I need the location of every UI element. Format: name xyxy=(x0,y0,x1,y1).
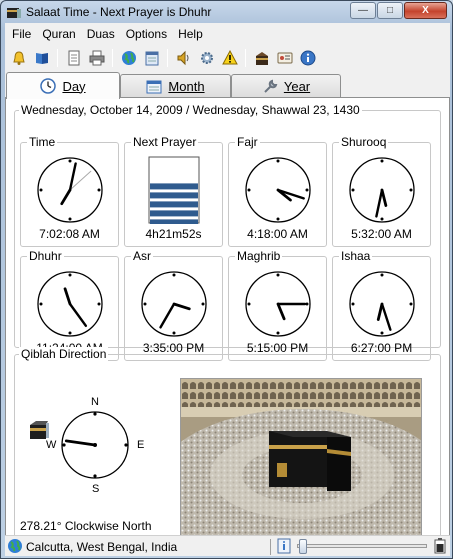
maximize-button[interactable]: □ xyxy=(377,2,403,19)
prayer-time-fajr: 4:18:00 AM xyxy=(247,227,308,241)
prayer-name-dhuhr: Dhuhr xyxy=(27,249,64,263)
document-icon[interactable] xyxy=(63,48,84,69)
prayer-cell-shurooq: Shurooq 5:32:00 AM xyxy=(332,135,431,247)
analog-clock-time xyxy=(37,157,103,223)
prayer-name-ishaa: Ishaa xyxy=(339,249,373,263)
prayer-cell-dhuhr: Dhuhr11:24:00 AM xyxy=(20,249,119,361)
calendar-icon xyxy=(146,80,162,93)
tab-month-label: Month xyxy=(168,79,205,94)
menu-options[interactable]: Options xyxy=(121,25,173,43)
qiblah-title: Qiblah Direction xyxy=(19,347,109,361)
info-file-icon[interactable] xyxy=(277,538,291,554)
date-header: Wednesday, October 14, 2009 / Wednesday,… xyxy=(19,103,362,117)
prayer-name-fajr: Fajr xyxy=(235,135,260,149)
toolbar-separator xyxy=(57,49,58,67)
prayer-time-maghrib: 5:15:00 PM xyxy=(246,341,309,355)
prayer-time-next-prayer: 4h21m52s xyxy=(145,227,202,241)
calendar-icon[interactable] xyxy=(141,48,162,69)
close-button[interactable]: X xyxy=(404,2,447,19)
speaker-icon[interactable] xyxy=(173,48,194,69)
tab-year-label: Year xyxy=(283,79,311,94)
compass-east-label: E xyxy=(137,439,145,451)
warning-icon[interactable] xyxy=(219,48,240,69)
kaaba-icon xyxy=(30,421,49,439)
globe-icon xyxy=(8,539,22,553)
prayer-cell-next-prayer: Next Prayer 4h21m52s xyxy=(124,135,223,247)
analog-clock-fajr xyxy=(245,157,311,223)
tab-day-label: Day xyxy=(62,78,86,94)
analog-clock-dhuhr xyxy=(37,271,103,337)
kaaba-photo xyxy=(180,378,422,544)
mosque-icon[interactable] xyxy=(251,48,272,69)
next-prayer-countdown-graphic xyxy=(148,156,200,224)
tab-day[interactable]: Day xyxy=(6,72,120,99)
id-card-icon[interactable] xyxy=(274,48,295,69)
minimize-button[interactable]: — xyxy=(350,2,376,19)
prayer-time-asr: 3:35:00 PM xyxy=(142,341,205,355)
analog-clock-maghrib xyxy=(245,271,311,337)
prayer-name-asr: Asr xyxy=(131,249,153,263)
toolbar-separator xyxy=(167,49,168,67)
menu-file[interactable]: File xyxy=(7,25,37,43)
prayer-cell-maghrib: Maghrib 5:15:00 PM xyxy=(228,249,327,361)
bell-icon[interactable] xyxy=(8,48,29,69)
wrench-icon xyxy=(264,79,278,93)
clock-icon xyxy=(40,78,57,94)
prayer-name-shurooq: Shurooq xyxy=(339,135,389,149)
compass-west-label: W xyxy=(46,439,57,451)
info-icon[interactable] xyxy=(297,48,318,69)
tab-month[interactable]: Month xyxy=(120,74,231,98)
analog-clock-shurooq xyxy=(349,157,415,223)
menu-duas[interactable]: Duas xyxy=(82,25,121,43)
toolbar-separator xyxy=(112,49,113,67)
qiblah-direction-text: 278.21° Clockwise North xyxy=(20,519,152,533)
settings-icon[interactable] xyxy=(196,48,217,69)
compass-north-label: N xyxy=(91,396,99,408)
prayer-time-time: 7:02:08 AM xyxy=(39,227,100,241)
prayer-cell-ishaa: Ishaa 6:27:00 PM xyxy=(332,249,431,361)
kaaba-app-icon xyxy=(7,8,21,18)
app-window: Salaat Time - Next Prayer is Dhuhr — □ X… xyxy=(0,0,453,559)
prayer-time-shurooq: 5:32:00 AM xyxy=(351,227,412,241)
globe-icon[interactable] xyxy=(118,48,139,69)
status-separator xyxy=(270,539,271,555)
analog-clock-ishaa xyxy=(349,271,415,337)
tab-strip: Day Month Year xyxy=(5,72,450,99)
menu-bar: File Quran Duas Options Help xyxy=(5,23,450,44)
printer-icon[interactable] xyxy=(86,48,107,69)
prayer-name-time: Time xyxy=(27,135,58,149)
prayer-name-next-prayer: Next Prayer xyxy=(131,135,199,149)
menu-quran[interactable]: Quran xyxy=(37,25,81,43)
day-panel: Wednesday, October 14, 2009 / Wednesday,… xyxy=(5,97,450,556)
prayer-time-ishaa: 6:27:00 PM xyxy=(350,341,413,355)
prayer-cell-time: Time 7:02:08 AM xyxy=(20,135,119,247)
menu-help[interactable]: Help xyxy=(173,25,209,43)
prayer-cell-fajr: Fajr 4:18:00 AM xyxy=(228,135,327,247)
book-icon[interactable] xyxy=(31,48,52,69)
client-area: File Quran Duas Options Help Day Month Y… xyxy=(5,23,450,556)
window-title: Salaat Time - Next Prayer is Dhuhr xyxy=(26,5,212,19)
volume-slider-track[interactable] xyxy=(297,544,427,548)
qiblah-compass xyxy=(61,411,129,479)
prayer-name-maghrib: Maghrib xyxy=(235,249,283,263)
battery-icon xyxy=(434,538,446,554)
toolbar-separator xyxy=(245,49,246,67)
tab-year[interactable]: Year xyxy=(231,74,341,98)
compass-south-label: S xyxy=(92,483,100,495)
status-location: Calcutta, West Bengal, India xyxy=(26,540,178,554)
toolbar xyxy=(5,46,450,70)
volume-slider-thumb[interactable] xyxy=(299,539,307,554)
status-bar: Calcutta, West Bengal, India xyxy=(5,535,450,556)
title-bar[interactable]: Salaat Time - Next Prayer is Dhuhr — □ X xyxy=(1,1,452,23)
prayer-cell-asr: Asr 3:35:00 PM xyxy=(124,249,223,361)
analog-clock-asr xyxy=(141,271,207,337)
